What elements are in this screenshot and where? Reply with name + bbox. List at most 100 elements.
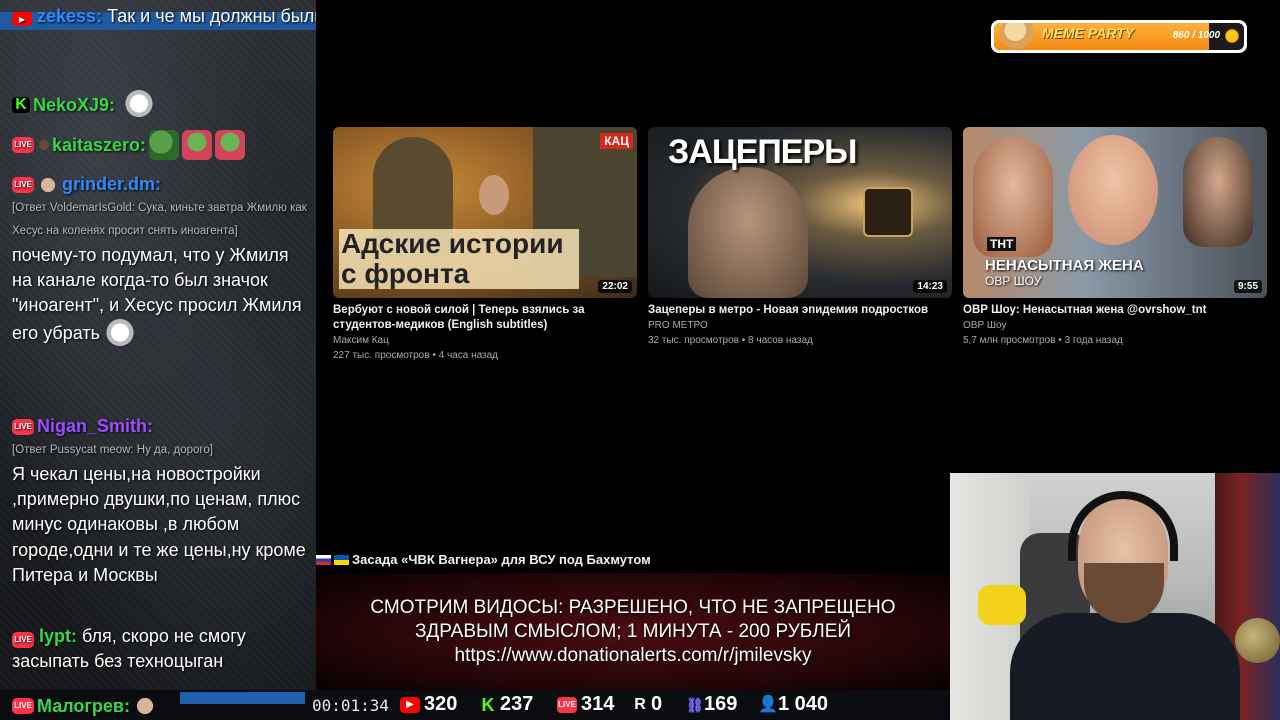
kick-viewers: K 237	[480, 693, 534, 716]
vk-live-icon: LIVE	[12, 418, 34, 435]
vk-viewers: LIVE 314	[557, 693, 614, 716]
globe	[1235, 618, 1280, 663]
chat-nick: NekoXJ9:	[33, 94, 116, 115]
chat-message: LIVE kaitaszero:	[12, 130, 310, 160]
video-card[interactable]: КАЦ Адские истории с фронта 22:02 Вербую…	[333, 127, 637, 363]
chat-message: LIVE lypt: бля, скоро не смогу засыпать …	[12, 624, 310, 674]
streamer-body	[1010, 613, 1240, 720]
emote-icon	[104, 318, 135, 349]
chat-message: zekess: Так и че мы должны были получить…	[12, 4, 316, 29]
chat-nick: zekess:	[37, 6, 103, 26]
channel-badge: КАЦ	[600, 133, 633, 149]
webcam-feed	[950, 473, 1280, 720]
video-meta: 227 тыс. просмотров • 4 часа назад	[333, 350, 499, 361]
news-ticker[interactable]: Засада «ЧВК Вагнера» для ВСУ под Бахмуто…	[316, 552, 651, 567]
face-figure	[688, 167, 808, 298]
chat-last-nick: LIVE Малогрев:	[12, 693, 157, 719]
vk-live-icon: LIVE	[12, 632, 34, 648]
video-channel[interactable]: Максим Кац	[333, 334, 637, 348]
user-icon: 👤	[758, 695, 778, 713]
video-duration: 14:23	[913, 280, 947, 293]
chat-nick: lypt:	[39, 626, 78, 646]
meme-party-title: MEME PARTY	[1042, 25, 1135, 41]
video-meta: 5,7 млн просмотров • 3 года назад	[963, 335, 1123, 346]
video-title[interactable]: ОВР Шоу: Ненасытная жена @ovrshow_tnt	[963, 303, 1267, 318]
video-card[interactable]: ЗАЦЕПЕРЫ 14:23 Зацеперы в метро - Новая …	[648, 127, 952, 348]
video-card[interactable]: ТНТ НЕНАСЫТНАЯ ЖЕНА ОВР ШОУ 9:55 ОВР Шоу…	[963, 127, 1267, 348]
chat-nick: kaitaszero:	[52, 134, 147, 155]
chat-bottom-bar	[180, 692, 305, 704]
vk-count: 314	[581, 693, 615, 715]
rutube-count: 0	[651, 693, 663, 715]
video-title[interactable]: Зацеперы в метро - Новая эпидемия подрос…	[648, 303, 952, 318]
chat-text: почему-то подумал, что у Жмиля на канале…	[12, 243, 310, 349]
chat-message: K NekoXJ9:	[12, 90, 310, 120]
viewers-count: 1 040	[778, 693, 829, 715]
stream-timer: 00:01:34	[312, 696, 390, 715]
other-viewers: ⛓ 169	[686, 693, 737, 716]
tnt-logo: ТНТ	[987, 237, 1017, 251]
banner-line-1: СМОТРИМ ВИДОСЫ: РАЗРЕШЕНО, ЧТО НЕ ЗАПРЕЩ…	[370, 597, 896, 618]
video-thumbnail[interactable]: ТНТ НЕНАСЫТНАЯ ЖЕНА ОВР ШОУ 9:55	[963, 127, 1267, 298]
video-title[interactable]: Вербуют с новой силой | Теперь взялись з…	[333, 303, 637, 333]
meme-party-widget: MEME PARTY 860 / 1000	[991, 20, 1247, 53]
frog-emote-icon	[215, 130, 246, 160]
russia-flag-icon	[316, 554, 331, 565]
thumbnail-title: ЗАЦЕПЕРЫ	[668, 133, 857, 171]
chat-panel: zekess: Так и че мы должны были получить…	[0, 0, 316, 690]
rutube-viewers: R 0	[633, 693, 662, 716]
frog-emote-icon	[149, 130, 180, 160]
thumbnail-subtitle: ОВР ШОУ	[985, 274, 1042, 288]
train-figure	[863, 187, 913, 237]
kick-icon: K	[12, 97, 30, 113]
chat-text-content: почему-то подумал, что у Жмиля на канале…	[12, 245, 302, 343]
other-count: 169	[704, 693, 738, 715]
chat-nick: Малогрев:	[37, 695, 130, 716]
news-title[interactable]: Засада «ЧВК Вагнера» для ВСУ под Бахмуто…	[352, 552, 651, 567]
meme-party-bar: MEME PARTY 860 / 1000	[994, 23, 1244, 50]
ukraine-flag-icon	[334, 554, 349, 565]
video-meta: 32 тыс. просмотров • 8 часов назад	[648, 335, 813, 346]
total-viewers: 👤 1 040	[758, 693, 828, 716]
youtube-icon: ▶	[400, 696, 420, 713]
donation-banner: СМОТРИМ ВИДОСЫ: РАЗРЕШЕНО, ЧТО НЕ ЗАПРЕЩ…	[316, 573, 950, 690]
thumbnail-title: Адские истории с фронта	[339, 229, 579, 289]
video-duration: 22:02	[598, 280, 632, 293]
headphones-icon	[1068, 491, 1178, 561]
youtube-count: 320	[424, 693, 458, 715]
youtube-icon	[12, 12, 32, 26]
thumbnail-title: НЕНАСЫТНАЯ ЖЕНА	[985, 257, 1144, 274]
frog-emote-icon	[182, 130, 213, 160]
vk-live-icon: LIVE	[12, 698, 34, 714]
video-thumbnail[interactable]: ЗАЦЕПЕРЫ 14:23	[648, 127, 952, 298]
chat-reply: [Ответ VoldemarIsGold: Сука, киньте завт…	[12, 202, 307, 237]
kick-count: 237	[500, 693, 534, 715]
banner-line-2: ЗДРАВЫМ СМЫСЛОМ; 1 МИНУТА - 200 РУБЛЕЙ	[414, 621, 852, 642]
chain-icon: ⛓	[686, 696, 704, 713]
emote-icon	[132, 693, 157, 719]
vk-live-icon: LIVE	[12, 137, 34, 153]
face-figure	[1183, 137, 1253, 247]
chat-message: LIVE grinder.dm: [Ответ VoldemarIsGold: …	[12, 172, 310, 349]
avatar-icon	[37, 173, 59, 196]
emote-icon	[124, 90, 155, 120]
vk-live-icon: LIVE	[557, 696, 577, 713]
video-channel[interactable]: PRO МЕТРО	[648, 319, 952, 333]
chat-nick: grinder.dm:	[62, 174, 162, 194]
chat-nick: Nigan_Smith:	[37, 416, 154, 436]
face-figure	[479, 175, 509, 215]
video-channel[interactable]: ОВР Шоу	[963, 319, 1267, 333]
avatar-icon	[39, 140, 49, 150]
pillow	[978, 585, 1026, 625]
meme-party-count: 860 / 1000	[1172, 30, 1220, 41]
kick-icon: K	[481, 694, 495, 715]
chat-text: Так и че мы должны были получить от видо…	[107, 6, 316, 26]
chat-text: Я чекал цены,на новостройки ,примерно дв…	[12, 464, 306, 585]
vk-live-icon: LIVE	[12, 176, 34, 193]
banner-link[interactable]: https://www.donationalerts.com/r/jmilevs…	[316, 645, 950, 667]
stream-stats-bar: LIVE Малогрев: 00:01:34 ▶ 320 K 237 LIVE…	[0, 690, 950, 720]
video-thumbnail[interactable]: КАЦ Адские истории с фронта 22:02	[333, 127, 637, 298]
chat-reply: [Ответ Pussycat meow: Ну да, дорого]	[12, 444, 213, 456]
chat-message: LIVE Nigan_Smith: [Ответ Pussycat meow: …	[12, 414, 310, 588]
face-figure	[1068, 135, 1158, 245]
